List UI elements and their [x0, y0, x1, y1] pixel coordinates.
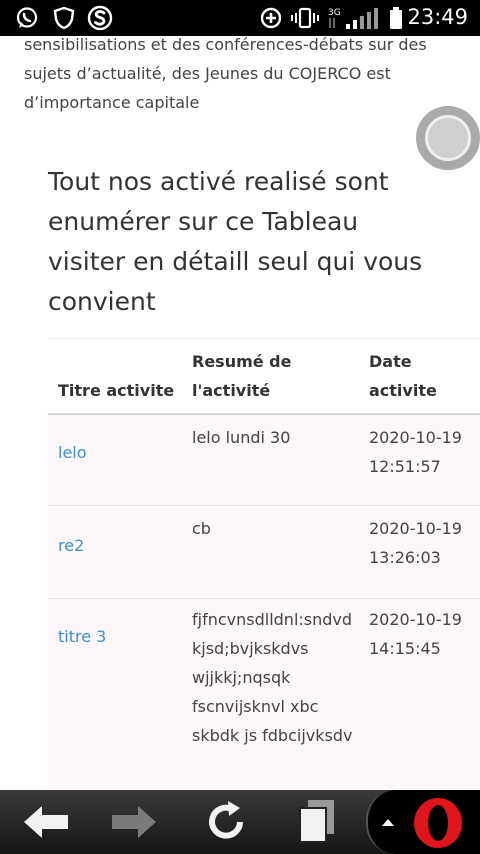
- activity-link[interactable]: re2: [58, 536, 84, 555]
- whatsapp-icon: [14, 6, 40, 30]
- status-bar: 3G 23:49: [0, 0, 480, 36]
- floating-action-button[interactable]: [416, 106, 480, 170]
- activity-date: 2020-10-19 12:51:57: [369, 428, 462, 476]
- web-page[interactable]: sensibilisations et des conférences-déba…: [0, 36, 480, 790]
- column-header-date: Date activite: [369, 352, 437, 400]
- circle-icon: [425, 115, 471, 161]
- page-heading: Tout nos activé realisé sont enumérer su…: [48, 167, 423, 316]
- table-row: titre 3 fjfncvnsdlldnl:sndvd kjsd;bvjksk…: [48, 599, 480, 790]
- shield-icon: [52, 6, 76, 30]
- battery-icon: [387, 6, 405, 30]
- menu-up-icon: [382, 819, 394, 826]
- back-arrow-icon: [24, 806, 68, 838]
- tabs-button[interactable]: [288, 798, 344, 846]
- back-button[interactable]: [18, 798, 74, 846]
- signal-icon: 3G: [326, 6, 382, 30]
- activity-date: 2020-10-19 14:15:45: [369, 610, 462, 658]
- activity-summary: lelo lundi 30: [192, 428, 291, 447]
- table-header: Titre activite Resumé de l'activité Date…: [48, 338, 480, 415]
- tabs-icon: [299, 800, 334, 843]
- vibrate-icon: [290, 6, 320, 30]
- activity-date: 2020-10-19 13:26:03: [369, 519, 462, 567]
- clock: 23:49: [407, 5, 468, 29]
- s-app-icon: [86, 5, 114, 31]
- activities-table: Titre activite Resumé de l'activité Date…: [48, 338, 480, 790]
- column-header-title: Titre activite: [58, 381, 175, 400]
- network-label: 3G: [328, 8, 341, 18]
- activity-link[interactable]: titre 3: [58, 627, 106, 646]
- opera-menu[interactable]: [366, 790, 480, 854]
- activity-link[interactable]: lelo: [58, 443, 87, 462]
- opera-logo-icon: [414, 798, 462, 848]
- table-row: lelo lelo lundi 30 2020-10-19 12:51:57: [48, 415, 480, 506]
- column-header-summary: Resumé de l'activité: [192, 352, 292, 400]
- browser-nav-bar: [0, 790, 480, 854]
- reload-button[interactable]: [198, 798, 254, 846]
- activity-summary: cb: [192, 519, 211, 538]
- reload-icon: [209, 801, 243, 839]
- activity-summary: fjfncvnsdlldnl:sndvd kjsd;bvjkskdvs wjjk…: [192, 610, 353, 745]
- forward-button[interactable]: [106, 798, 162, 846]
- data-saver-icon: [258, 6, 284, 30]
- table-row: re2 cb 2020-10-19 13:26:03: [48, 506, 480, 599]
- intro-paragraph: sensibilisations et des conférences-déba…: [24, 36, 427, 112]
- forward-arrow-icon: [112, 806, 156, 838]
